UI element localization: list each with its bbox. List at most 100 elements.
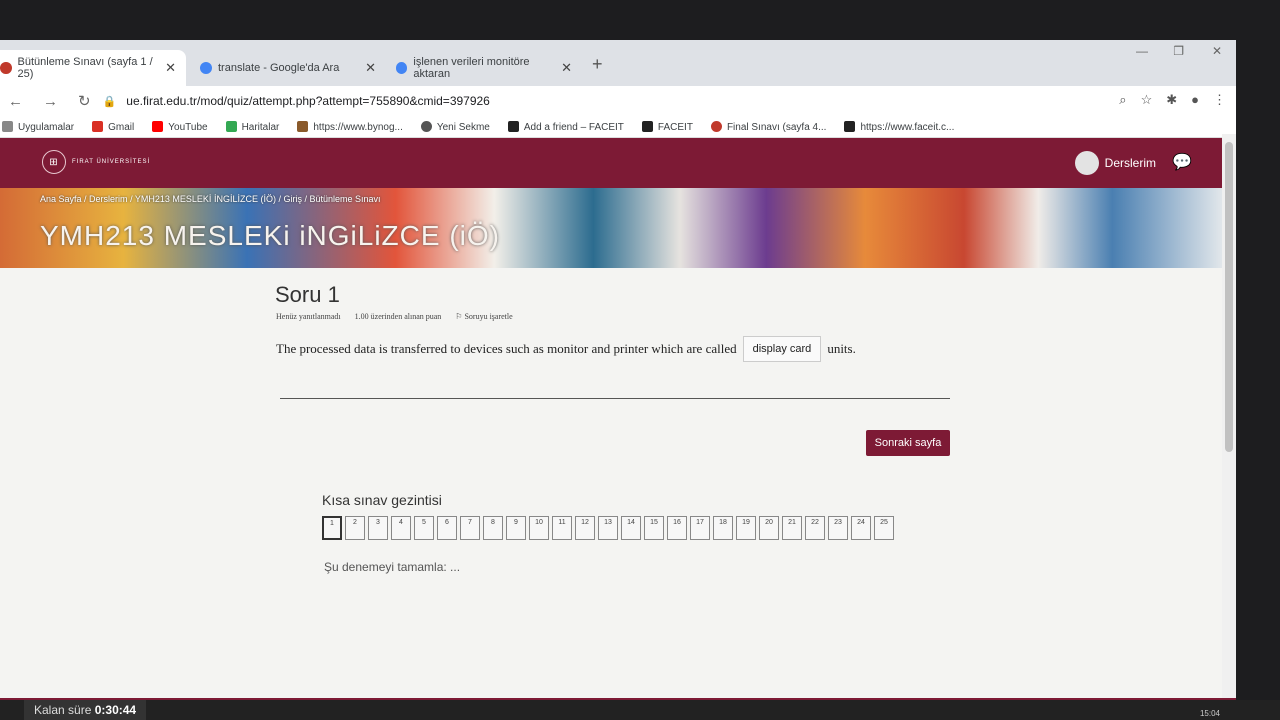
extensions-icon[interactable]: ✱ — [1166, 92, 1177, 108]
question-nav-button[interactable]: 1 — [322, 516, 342, 540]
bookmark-label: Haritalar — [241, 121, 280, 133]
scrollbar-thumb[interactable] — [1225, 142, 1233, 452]
breadcrumb-entry[interactable]: Giriş — [283, 194, 302, 204]
bookmark-label: YouTube — [168, 121, 208, 133]
course-title: YMH213 MESLEKi iNGiLiZCE (iÖ) — [40, 220, 500, 251]
quiz-nav-title: Kısa sınav gezintisi — [322, 492, 442, 508]
logo-text: FIRAT ÜNİVERSİTESİ — [72, 159, 151, 165]
question-nav-button[interactable]: 25 — [874, 516, 894, 540]
question-nav-button[interactable]: 8 — [483, 516, 503, 540]
divider — [280, 398, 950, 399]
chat-icon[interactable]: 💬 — [1172, 152, 1192, 172]
zoom-icon[interactable]: ⌕ — [1119, 92, 1126, 108]
flag-question-link[interactable]: ⚐ Soruyu işaretle — [455, 312, 512, 321]
bookmark-bynog[interactable]: https://www.bynog... — [297, 120, 403, 133]
question-nav-button[interactable]: 6 — [437, 516, 457, 540]
faceit-icon — [641, 120, 653, 132]
answer-dropdown[interactable]: display card — [742, 336, 822, 362]
tab-exam[interactable]: Bütünleme Sınavı (sayfa 1 / 25) ✕ — [0, 50, 186, 86]
bookmark-maps[interactable]: Haritalar — [225, 120, 280, 133]
restore-icon[interactable]: ❐ — [1173, 44, 1184, 58]
quiz-content: Soru 1 Henüz yanıtlanmadı 1.00 üzerinden… — [0, 268, 1236, 668]
question-title: Soru 1 — [275, 282, 340, 307]
timer-value: 0:30:44 — [94, 703, 137, 717]
globe-icon — [420, 120, 432, 132]
tab-search[interactable]: işlenen verileri monitöre aktaran ✕ — [386, 50, 582, 86]
quiz-timer: Kalan süre 0:30:44 — [24, 700, 147, 720]
close-icon[interactable]: ✕ — [561, 60, 572, 76]
question-nav-button[interactable]: 22 — [805, 516, 825, 540]
breadcrumb-exam[interactable]: Bütünleme Sınavı — [309, 194, 380, 204]
reload-icon[interactable]: ↻ — [78, 92, 91, 110]
question-nav-button[interactable]: 9 — [506, 516, 526, 540]
question-info: Henüz yanıtlanmadı 1.00 üzerinden alınan… — [276, 312, 513, 321]
minimize-icon[interactable]: — — [1136, 44, 1148, 58]
question-nav-button[interactable]: 21 — [782, 516, 802, 540]
lock-icon: 🔒 — [102, 95, 117, 108]
forward-icon[interactable]: → — [43, 93, 58, 110]
question-nav-button[interactable]: 10 — [529, 516, 549, 540]
question-nav-button[interactable]: 16 — [667, 516, 687, 540]
question-nav-button[interactable]: 14 — [621, 516, 641, 540]
seal-icon: ⊞ — [42, 150, 66, 174]
question-nav-button[interactable]: 23 — [828, 516, 848, 540]
question-text-after: units. — [827, 341, 856, 356]
question-nav-button[interactable]: 12 — [575, 516, 595, 540]
tab-title: translate - Google'da Ara — [218, 62, 340, 74]
question-nav-button[interactable]: 5 — [414, 516, 434, 540]
university-logo[interactable]: ⊞ FIRAT ÜNİVERSİTESİ — [42, 150, 150, 174]
system-clock: 15:04 — [1199, 709, 1220, 718]
user-menu[interactable]: Derslerim — [1074, 151, 1156, 175]
finish-attempt-link[interactable]: Şu denemeyi tamamla: ... — [324, 560, 460, 574]
bookmark-youtube[interactable]: YouTube — [152, 120, 208, 133]
breadcrumb-course[interactable]: YMH213 MESLEKİ İNGİLİZCE (İÖ) — [135, 194, 276, 204]
bookmark-faceit-url[interactable]: https://www.faceit.c... — [844, 120, 955, 133]
tab-translate[interactable]: translate - Google'da Ara ✕ — [190, 50, 386, 86]
bookmark-gmail[interactable]: Gmail — [92, 120, 135, 133]
address-bar: ← → ↻ 🔒 ue.firat.edu.tr/mod/quiz/attempt… — [0, 86, 1236, 116]
bookmark-label: https://www.faceit.c... — [860, 121, 955, 133]
question-nav-button[interactable]: 19 — [736, 516, 756, 540]
google-favicon-icon — [200, 62, 212, 74]
bookmark-final[interactable]: Final Sınavı (sayfa 4... — [710, 120, 826, 133]
url-field[interactable]: ue.firat.edu.tr/mod/quiz/attempt.php?att… — [126, 94, 490, 108]
question-nav-button[interactable]: 4 — [391, 516, 411, 540]
profile-icon[interactable]: ● — [1191, 92, 1199, 108]
question-nav-button[interactable]: 3 — [368, 516, 388, 540]
question-nav-button[interactable]: 7 — [460, 516, 480, 540]
flag-label: Soruyu işaretle — [464, 312, 513, 321]
breadcrumb-courses[interactable]: Derslerim — [89, 194, 128, 204]
question-nav-button[interactable]: 13 — [598, 516, 618, 540]
bookmark-faceit-friend[interactable]: Add a friend – FACEIT — [507, 120, 624, 133]
close-icon[interactable]: ✕ — [365, 60, 376, 76]
question-status: Henüz yanıtlanmadı — [276, 312, 341, 321]
next-page-button[interactable]: Sonraki sayfa — [866, 430, 950, 456]
close-window-icon[interactable]: ✕ — [1212, 44, 1222, 58]
browser-window: Bütünleme Sınavı (sayfa 1 / 25) ✕ transl… — [0, 40, 1236, 720]
maps-icon — [225, 120, 237, 132]
menu-icon[interactable]: ⋮ — [1213, 92, 1226, 108]
question-nav-button[interactable]: 17 — [690, 516, 710, 540]
bookmark-faceit[interactable]: FACEIT — [641, 120, 693, 133]
breadcrumb-home[interactable]: Ana Sayfa — [40, 194, 82, 204]
question-nav-button[interactable]: 20 — [759, 516, 779, 540]
bookmark-apps[interactable]: Uygulamalar — [2, 120, 74, 133]
back-icon[interactable]: ← — [8, 93, 23, 110]
quiz-navigation: 1 2 3 4 5 6 7 8 9 10 11 12 13 14 15 16 17 18 19 20 21 22 23 24 2… — [322, 516, 894, 540]
site-icon — [297, 120, 309, 132]
question-nav-button[interactable]: 11 — [552, 516, 572, 540]
question-nav-button[interactable]: 15 — [644, 516, 664, 540]
taskbar — [0, 700, 1280, 720]
breadcrumb: Ana Sayfa / Derslerim / YMH213 MESLEKİ İ… — [40, 194, 381, 204]
new-tab-button[interactable]: + — [592, 54, 603, 75]
question-nav-button[interactable]: 2 — [345, 516, 365, 540]
close-icon[interactable]: ✕ — [165, 60, 176, 76]
bookmark-newtab[interactable]: Yeni Sekme — [420, 120, 490, 133]
gmail-icon — [92, 120, 104, 132]
question-nav-button[interactable]: 24 — [851, 516, 871, 540]
scrollbar[interactable] — [1222, 134, 1236, 720]
apps-icon — [2, 120, 13, 132]
star-icon[interactable]: ☆ — [1141, 92, 1153, 108]
question-nav-button[interactable]: 18 — [713, 516, 733, 540]
bookmark-label: Gmail — [108, 121, 135, 133]
